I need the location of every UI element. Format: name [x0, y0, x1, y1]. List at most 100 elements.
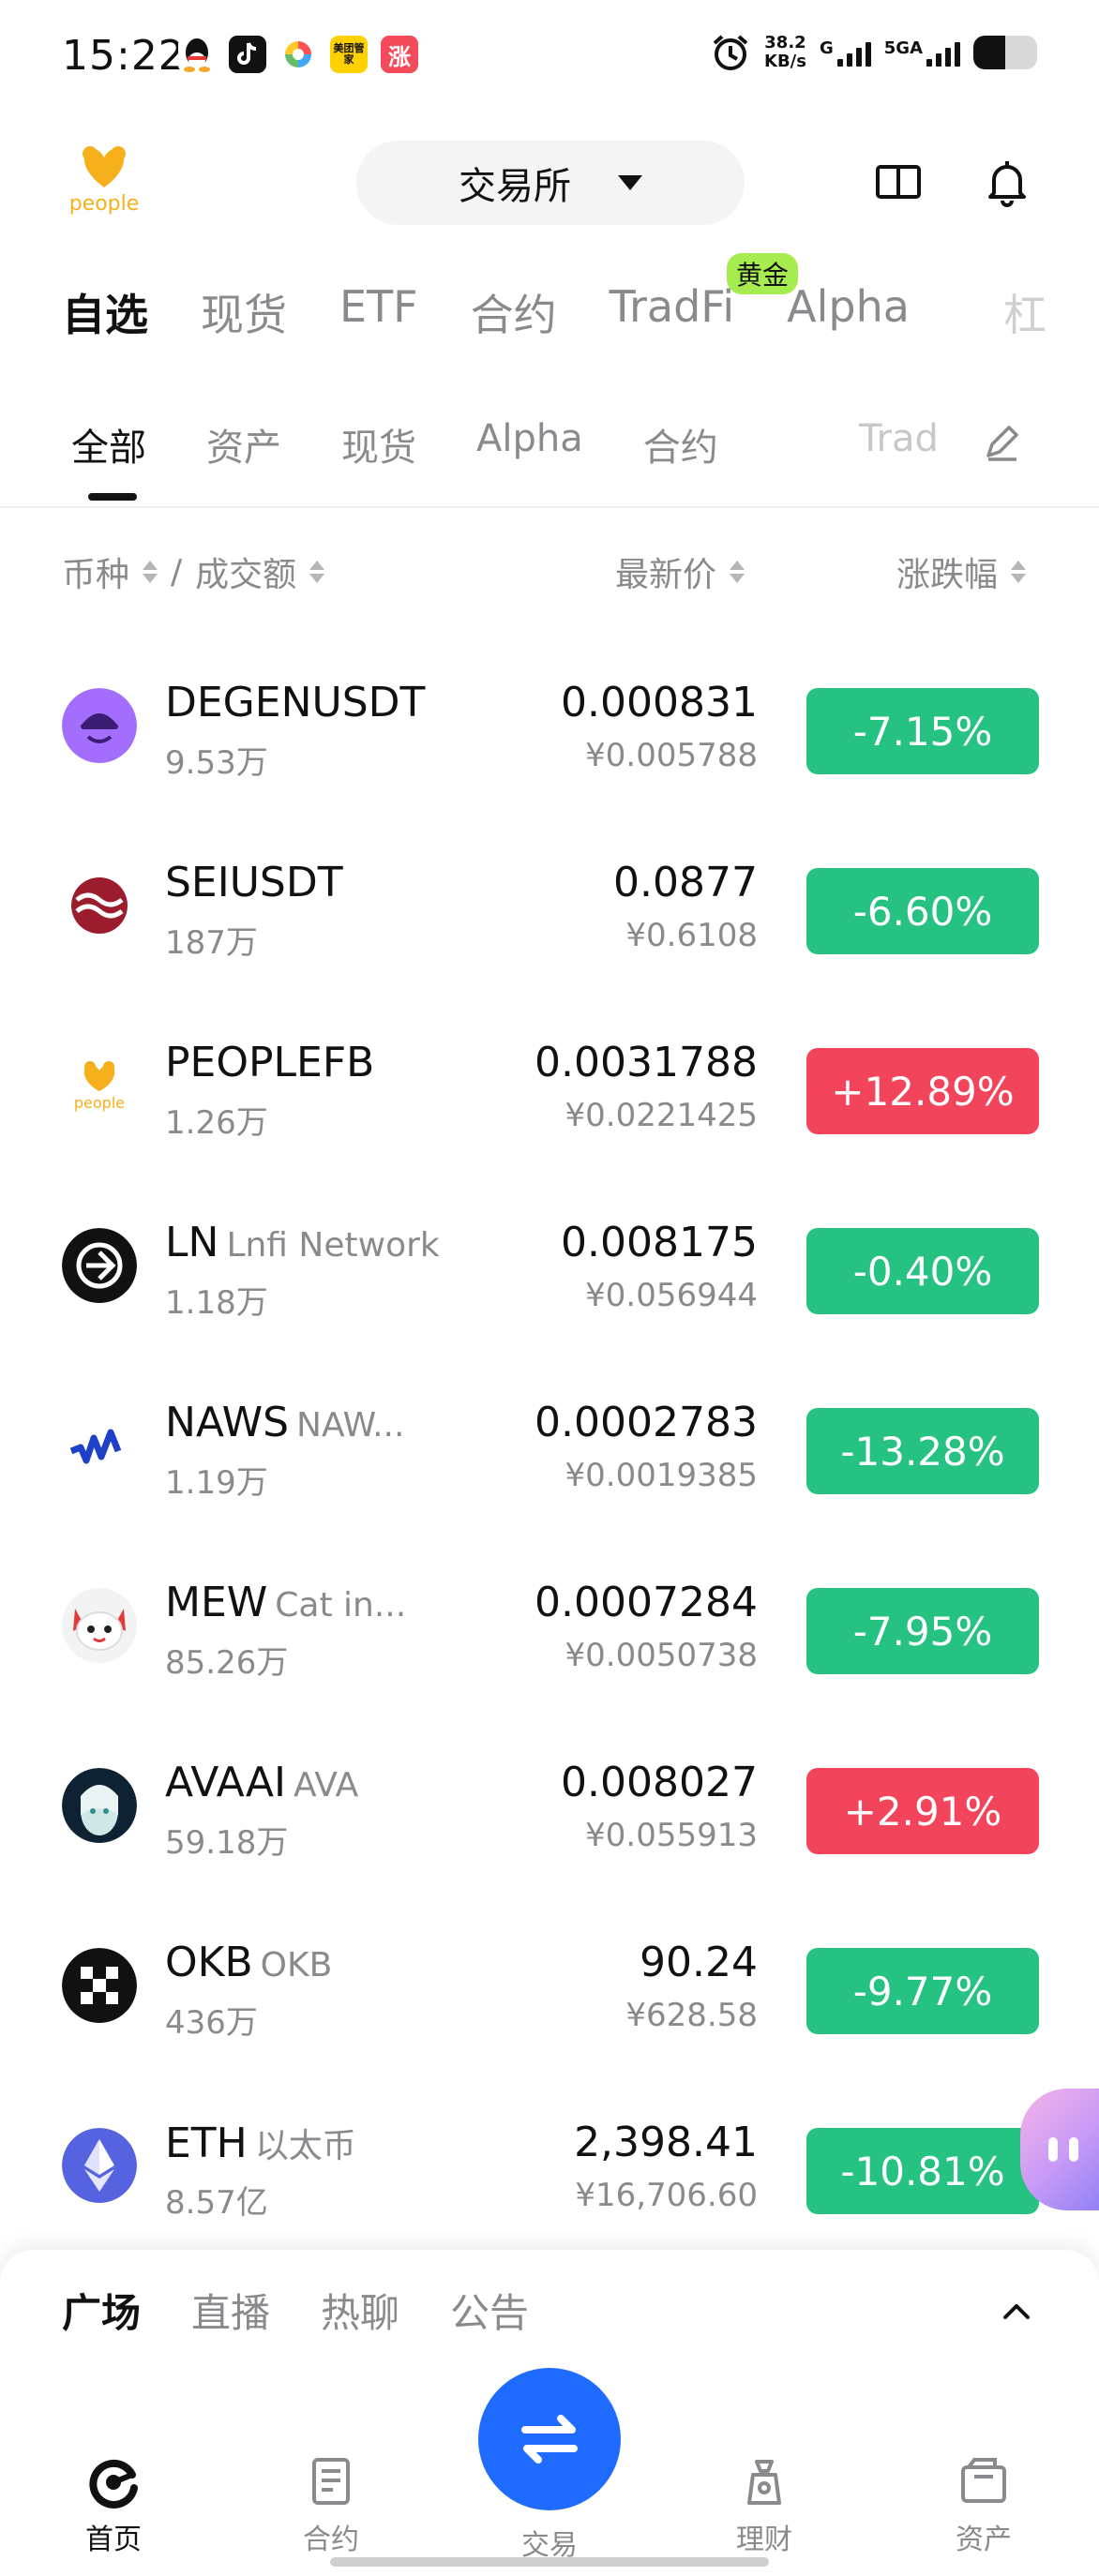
chevron-up-icon[interactable] [1000, 2295, 1033, 2329]
tab-alpha[interactable]: Alpha [787, 281, 910, 356]
symbol-text: NAWS [165, 1399, 290, 1446]
market-row[interactable]: ETH 以太币 8.57亿 2,398.41 ¥16,706.60 -10.81% [0, 2087, 1099, 2267]
signal-bars-icon [836, 38, 871, 67]
market-row[interactable]: LN Lnfi Network 1.18万 0.008175 ¥0.056944 … [0, 1187, 1099, 1367]
symbol-text: MEW [165, 1579, 268, 1626]
tab-favorites[interactable]: 自选 [62, 281, 148, 356]
symbol-text: ETH [165, 2119, 248, 2167]
alarm-icon [713, 35, 748, 70]
subtab-assets[interactable]: 资产 [206, 417, 281, 472]
feed-tab-hot-chat[interactable]: 热聊 [321, 2282, 399, 2339]
sei-icon [62, 868, 137, 943]
signal-bars-icon [926, 38, 960, 67]
coin-name: NAW... [296, 1406, 405, 1445]
coin-volume: 9.53万 [165, 744, 268, 782]
layout-toggle-icon[interactable] [872, 156, 925, 208]
trade-button[interactable] [478, 2368, 621, 2510]
market-row[interactable]: DEGENUSDT 9.53万 0.000831 ¥0.005788 -7.15… [0, 647, 1099, 827]
status-bar: 15:22 美团管家 涨 38.2 KB/s G 5GA [0, 0, 1099, 112]
last-price: 0.008027 [561, 1759, 758, 1806]
coin-volume: 59.18万 [165, 1824, 289, 1862]
price-cny: ¥0.0019385 [565, 1457, 759, 1494]
coin-symbol: DEGENUSDT [165, 679, 432, 726]
market-row[interactable]: NAWS NAW... 1.19万 0.0002783 ¥0.0019385 -1… [0, 1367, 1099, 1547]
avaai-icon [62, 1768, 137, 1843]
coin-symbol: NAWS NAW... [165, 1399, 404, 1446]
bell-icon[interactable] [981, 156, 1033, 208]
tab-overflow[interactable]: 杠 [1003, 281, 1046, 343]
market-row[interactable]: OKB OKB 436万 90.24 ¥628.58 -9.77% [0, 1907, 1099, 2087]
subtab-overflow[interactable]: Trad [859, 417, 939, 460]
subtab-spot[interactable]: 现货 [341, 417, 416, 472]
exchange-label: 交易所 [459, 165, 571, 208]
tab-etf[interactable]: ETF [339, 281, 418, 356]
subtab-futures[interactable]: 合约 [643, 417, 718, 472]
price-cny: ¥0.0221425 [565, 1097, 759, 1134]
change-badge[interactable]: -0.40% [806, 1228, 1039, 1314]
tiktok-icon [229, 36, 266, 73]
ln-icon [62, 1228, 137, 1303]
change-badge[interactable]: -9.77% [806, 1948, 1039, 2034]
coin-name: Cat in... [275, 1586, 407, 1625]
price-cny: ¥0.055913 [585, 1817, 758, 1854]
feed-tab-square[interactable]: 广场 [62, 2282, 141, 2339]
symbol-text: DEGENUSDT [165, 679, 426, 726]
net-type-2: 5GA [883, 38, 923, 58]
symbol-text: LN [165, 1219, 219, 1266]
nav-assets[interactable]: 资产 [913, 2454, 1054, 2557]
tab-spot[interactable]: 现货 [201, 281, 287, 356]
last-price: 90.24 [640, 1939, 758, 1986]
tab-futures[interactable]: 合约 [471, 281, 557, 356]
edit-icon[interactable] [979, 420, 1024, 465]
change-badge[interactable]: -6.60% [806, 868, 1039, 954]
eth-icon [62, 2128, 137, 2203]
coin-volume: 1.19万 [165, 1464, 268, 1502]
meituan-icon: 美团管家 [330, 36, 368, 73]
coin-symbol: ETH 以太币 [165, 2119, 356, 2167]
signal-1: G [820, 38, 871, 67]
change-badge[interactable]: +2.91% [806, 1768, 1039, 1854]
feed-tab-announcements[interactable]: 公告 [450, 2282, 529, 2339]
feed-tab-live[interactable]: 直播 [191, 2282, 270, 2339]
sort-icon [143, 561, 158, 583]
change-badge[interactable]: -13.28% [806, 1408, 1039, 1494]
price-cny: ¥0.056944 [585, 1277, 758, 1314]
price-cny: ¥0.0050738 [565, 1637, 759, 1674]
qq-icon [178, 36, 216, 73]
coin-volume: 436万 [165, 2004, 258, 2042]
coin-volume: 8.57亿 [165, 2184, 268, 2222]
last-price: 0.008175 [561, 1219, 758, 1266]
market-row[interactable]: AVAAI AVA 59.18万 0.008027 ¥0.055913 +2.91… [0, 1727, 1099, 1907]
logo-text: people [69, 192, 140, 216]
column-header-price[interactable]: 最新价 [615, 547, 745, 596]
last-price: 2,398.41 [574, 2119, 758, 2166]
coin-symbol: OKB OKB [165, 1939, 332, 1986]
caret-down-icon [618, 175, 642, 190]
assistant-float-button[interactable] [1020, 2089, 1099, 2210]
market-row[interactable]: MEW Cat in... 85.26万 0.0007284 ¥0.0050738… [0, 1547, 1099, 1727]
last-price: 0.0002783 [534, 1399, 758, 1446]
tab-tradfi[interactable]: TradFi [610, 281, 735, 356]
exchange-selector[interactable]: 交易所 [356, 141, 745, 225]
zhang-app-icon: 涨 [381, 36, 418, 73]
nav-futures[interactable]: 合约 [261, 2454, 401, 2557]
subtab-alpha[interactable]: Alpha [476, 417, 583, 472]
people-logo[interactable]: people [62, 141, 146, 216]
nav-assets-label: 资产 [956, 2524, 1012, 2556]
change-badge[interactable]: +12.89% [806, 1048, 1039, 1134]
futures-icon [312, 2458, 350, 2505]
column-header-coin[interactable]: 币种 / 成交额 [62, 547, 325, 596]
col-volume-label[interactable]: 成交额 [195, 547, 296, 596]
change-badge[interactable]: -7.15% [806, 688, 1039, 774]
naws-icon [62, 1408, 137, 1483]
signal-2: 5GA [884, 38, 960, 67]
coin-volume: 1.26万 [165, 1104, 268, 1142]
nav-earn[interactable]: 理财 [694, 2454, 835, 2557]
market-row[interactable]: SEIUSDT 187万 0.0877 ¥0.6108 -6.60% [0, 827, 1099, 1007]
market-row[interactable]: people PEOPLEFB 1.26万 0.0031788 ¥0.02214… [0, 1007, 1099, 1187]
nav-home[interactable]: 首页 [43, 2454, 184, 2557]
subtab-all[interactable]: 全部 [71, 417, 146, 472]
change-badge[interactable]: -10.81% [806, 2128, 1039, 2214]
change-badge[interactable]: -7.95% [806, 1588, 1039, 1674]
column-header-change[interactable]: 涨跌幅 [896, 547, 1027, 596]
